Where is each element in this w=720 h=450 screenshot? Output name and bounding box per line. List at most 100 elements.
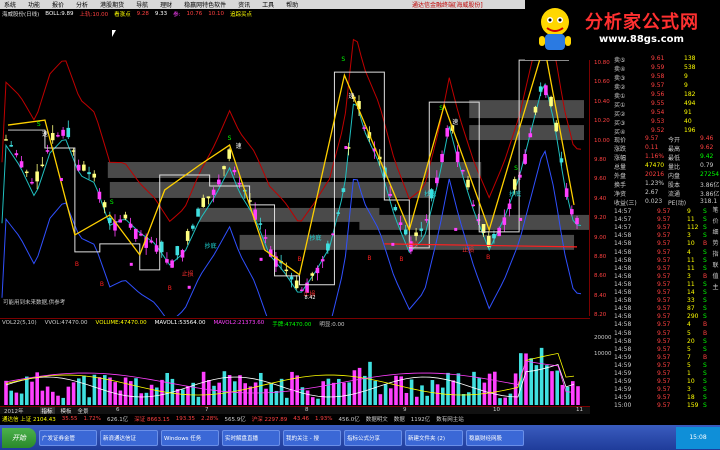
volume-bar [259, 372, 263, 405]
signal-marker [129, 262, 133, 266]
menu-item-quote[interactable]: 报价 [52, 0, 64, 9]
buy-level-label: 买② [614, 111, 626, 118]
candle-body [175, 246, 180, 256]
candle-body [123, 214, 128, 219]
tick-time: 14:57 [614, 216, 632, 224]
quote-value: 1.16% [645, 153, 665, 160]
candle-body [180, 250, 185, 258]
tick-time: 14:59 [614, 370, 632, 377]
side-tab[interactable]: 势 [711, 238, 720, 249]
ticker-item: 数有网主站 [436, 416, 464, 423]
volume-bar [560, 384, 565, 405]
tick-volume: 10 [687, 240, 695, 248]
menu-item-finance[interactable]: 理财 [160, 0, 172, 9]
tick-price: 9.57 [657, 305, 671, 313]
side-tab[interactable]: 笔 [711, 205, 720, 216]
side-tab[interactable]: 价 [711, 216, 720, 227]
menu-item-nav[interactable]: 导航 [136, 0, 148, 9]
x-tick: 8 [305, 407, 309, 413]
side-tab[interactable]: 指 [711, 249, 720, 260]
taskbar-item[interactable]: 指标公式分享 [344, 429, 402, 446]
quote-label: 净资 [614, 191, 627, 198]
quote-label: 涨跌 [614, 146, 627, 153]
cartoon-mascot-icon [539, 8, 571, 50]
volume-bar [352, 370, 357, 405]
taskbar-item[interactable]: Windows 任务 [161, 429, 219, 446]
logo-url: www.88gs.com [599, 34, 684, 45]
volume-bar [248, 386, 253, 405]
volume-bar [196, 396, 201, 405]
sell-level-label: 卖⑤ [614, 57, 626, 64]
tick-side: S [703, 280, 707, 288]
sell-price: 9.57 [651, 82, 665, 89]
tick-time: 14:59 [614, 361, 632, 369]
menu-item-help[interactable]: 帮助 [286, 0, 298, 9]
ticker-item: 2.28% [200, 415, 219, 422]
quote-value: 27254 [700, 171, 720, 178]
menu-item-hk-futures[interactable]: 港股期货 [100, 0, 124, 9]
candle-body [50, 133, 55, 141]
side-tab[interactable]: 主 [711, 282, 720, 293]
side-tab[interactable]: 细 [711, 227, 720, 238]
side-tab[interactable]: 值 [711, 271, 720, 282]
tick-time: 14:57 [614, 208, 632, 215]
ticker-item: 通达信 上证 2104.43 [2, 416, 56, 423]
broker-link[interactable]: 通达信金融终端[海威股份] [412, 0, 483, 9]
tick-time: 14:57 [614, 224, 632, 232]
candle-body [564, 188, 569, 197]
system-clock: 15:08 [676, 426, 720, 449]
candle-body [414, 232, 418, 237]
taskbar-item[interactable]: 新建文件夹 (2) [405, 429, 463, 446]
candle-body [227, 149, 232, 159]
tick-volume: 87 [687, 305, 695, 313]
candle-body [310, 273, 315, 276]
menu-item-analysis[interactable]: 分析 [76, 0, 88, 9]
tick-time: 15:00 [614, 402, 632, 410]
volume-bar [66, 386, 71, 405]
volume-bar [149, 384, 154, 405]
ticker-item: 1.72% [83, 415, 101, 422]
tick-price: 9.57 [657, 248, 671, 256]
tick-volume: 4 [687, 248, 691, 256]
taskbar-item[interactable]: 我的关注 - 搜 [283, 429, 341, 446]
boll-value: BOLL:9.89 [45, 10, 74, 17]
menu-item-function[interactable]: 功能 [28, 0, 40, 9]
tick-volume: 11 [687, 256, 695, 264]
candlestick-chart[interactable]: SSSSSS速速速速BBBB B B B止损止损止损止损抄底抄底抄底 抄底8.42 [0, 18, 590, 316]
volume-bar [285, 397, 289, 405]
tick-volume: 14 [687, 289, 695, 296]
quote-value: 0.023 [645, 198, 663, 205]
volume-bar [253, 382, 258, 405]
volume-bar [144, 392, 149, 405]
tick-price: 9.57 [657, 216, 671, 224]
volume-bar [394, 375, 398, 405]
taskbar-item[interactable]: 实时解盘直播 [222, 429, 280, 446]
quote-label: 股本 [668, 182, 681, 189]
start-button[interactable]: 开始 [2, 427, 36, 448]
candle-body [45, 150, 50, 152]
side-tab[interactable]: 联 [711, 260, 720, 271]
tick-side: S [703, 224, 707, 232]
tick-time: 14:58 [614, 240, 632, 248]
candle-body [222, 166, 226, 170]
quote-label: 总量 [614, 164, 627, 171]
volume-panel[interactable]: VOL22(5,10) VVOL:47470.00 VOLUME:47470.0… [0, 318, 590, 406]
buy-volume: 196 [684, 127, 696, 134]
taskbar-item[interactable]: 广发证券金管 [39, 429, 97, 446]
volume-bar [175, 389, 180, 405]
candle-body [424, 219, 429, 221]
candle-body [76, 164, 81, 171]
menu-item-tools[interactable]: 工具 [262, 0, 274, 9]
taskbar-item[interactable]: 稳赢财经网股 [466, 429, 524, 446]
bottom-fish-tag: 抄底 [205, 242, 217, 250]
volume-bar [71, 382, 76, 405]
buy-signal-label: B [367, 255, 371, 262]
price-tick: 10.80 [594, 60, 610, 66]
taskbar-item[interactable]: 新浪通达信证 [100, 429, 158, 446]
menu-item-news[interactable]: 资讯 [238, 0, 250, 9]
tick-volume: 11 [687, 216, 695, 224]
sell-price: 9.61 [651, 55, 665, 62]
menu-item-special[interactable]: 稳赢网特色软件 [184, 0, 226, 9]
menu-item-system[interactable]: 系统 [4, 0, 16, 9]
candle-body [362, 127, 366, 129]
